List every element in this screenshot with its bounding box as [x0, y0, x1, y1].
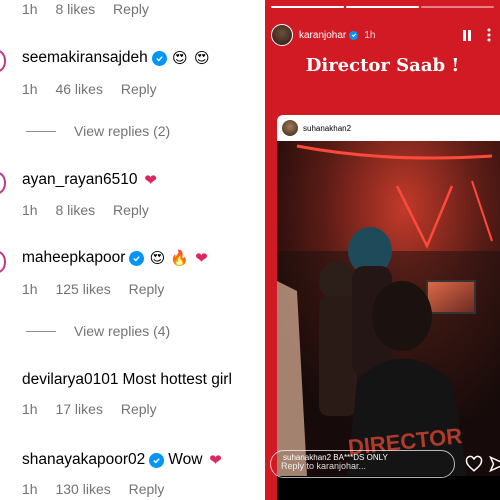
story-title: Director Saab ! — [305, 55, 460, 76]
pause-icon[interactable] — [460, 28, 474, 42]
comment-time: 1h — [22, 401, 38, 417]
comment-text: Wow — [168, 451, 203, 468]
verified-badge-icon — [149, 452, 165, 468]
avatar[interactable] — [0, 50, 6, 72]
comment-meta: 1h 17 likes Reply — [22, 401, 157, 417]
comment-meta: 1h 125 likes Reply — [22, 281, 164, 297]
reply-button[interactable]: Reply — [129, 481, 165, 497]
comment-row: maheepkapoor 😍 🔥 ❤ — [22, 249, 210, 267]
comment-likes[interactable]: 130 likes — [55, 481, 110, 497]
reply-button[interactable]: Reply — [121, 81, 157, 97]
progress-segment — [271, 6, 344, 8]
verified-badge-icon — [151, 50, 167, 66]
verified-badge-icon — [349, 30, 359, 40]
post-avatar[interactable] — [282, 120, 298, 136]
shared-post-username[interactable]: suhanakhan2 — [303, 124, 351, 133]
comment-username[interactable]: seemakiransajdeh — [22, 49, 148, 67]
story-header: karanjohar 1h — [271, 22, 496, 48]
reply-button[interactable]: Reply — [113, 202, 149, 218]
smiling-hearts-emoji-icon: 😍 — [171, 49, 188, 67]
comment-time: 1h — [22, 202, 38, 218]
reply-placeholder[interactable]: Reply to karanjohar... — [281, 461, 366, 471]
comments-panel: 1h 8 likes Reply seemakiransajdeh 😍 😍 1h… — [0, 0, 262, 500]
story-username[interactable]: karanjohar — [299, 30, 346, 41]
comment-time: 1h — [22, 81, 38, 97]
comment-meta: 1h 46 likes Reply — [22, 81, 157, 97]
comment-meta: 1h 8 likes Reply — [22, 202, 149, 218]
comment-time: 1h — [22, 281, 38, 297]
view-replies-button[interactable]: View replies (2) — [26, 123, 170, 139]
story-avatar[interactable] — [271, 24, 293, 46]
film-set-photo: DIRECTOR — [277, 141, 500, 476]
comment-time: 1h — [22, 1, 38, 17]
comment-username[interactable]: ayan_rayan6510 — [22, 171, 138, 189]
comment-row: shanayakapoor02 Wow ❤ — [22, 451, 224, 469]
comment-likes[interactable]: 8 likes — [55, 202, 95, 218]
comment-meta-top: 1h 8 likes Reply — [22, 1, 149, 17]
red-heart-emoji-icon: ❤ — [195, 249, 208, 267]
reply-button[interactable]: Reply — [129, 281, 165, 297]
shared-post-header: suhanakhan2 — [277, 115, 500, 141]
smiling-hearts-emoji-icon: 😍 — [149, 249, 166, 267]
replies-divider — [26, 330, 56, 332]
view-replies-label[interactable]: View replies (2) — [74, 123, 170, 139]
shared-post[interactable]: suhanakhan2 DIRECTOR — [277, 115, 500, 500]
avatar[interactable] — [0, 251, 6, 273]
comment-likes[interactable]: 8 likes — [55, 1, 95, 17]
progress-segment — [346, 6, 419, 8]
story-progress-bar — [271, 6, 494, 8]
smiling-hearts-emoji-icon: 😍 — [193, 49, 210, 67]
more-options-icon[interactable] — [482, 28, 496, 42]
comment-username[interactable]: devilarya0101 — [22, 371, 119, 389]
view-replies-label[interactable]: View replies (4) — [74, 323, 170, 339]
replies-divider — [26, 130, 56, 132]
comment-username[interactable]: maheepkapoor — [22, 249, 125, 267]
comment-likes[interactable]: 17 likes — [55, 401, 102, 417]
comment-row: ayan_rayan6510 ❤ — [22, 171, 160, 189]
story-time: 1h — [364, 29, 376, 41]
send-icon[interactable] — [489, 455, 500, 473]
avatar[interactable] — [0, 172, 6, 194]
reply-button[interactable]: Reply — [113, 1, 149, 17]
story-controls — [460, 28, 496, 42]
comment-likes[interactable]: 46 likes — [55, 81, 102, 97]
progress-segment — [421, 6, 494, 8]
red-heart-emoji-icon: ❤ — [144, 171, 157, 189]
comment-text: Most hottest girl — [122, 371, 232, 388]
story-viewer[interactable]: karanjohar 1h Director Saab ! suhanakhan… — [265, 0, 500, 500]
red-heart-emoji-icon: ❤ — [209, 451, 222, 469]
comment-row: seemakiransajdeh 😍 😍 — [22, 49, 211, 67]
comment-likes[interactable]: 125 likes — [55, 281, 110, 297]
view-replies-button[interactable]: View replies (4) — [26, 323, 170, 339]
verified-badge-icon — [129, 250, 145, 266]
heart-icon[interactable] — [465, 455, 483, 473]
comment-row: devilarya0101 Most hottest girl — [22, 371, 232, 389]
comment-time: 1h — [22, 481, 38, 497]
comment-meta: 1h 130 likes Reply — [22, 481, 164, 497]
comment-username[interactable]: shanayakapoor02 — [22, 451, 145, 469]
reply-button[interactable]: Reply — [121, 401, 157, 417]
fire-emoji-icon: 🔥 — [170, 249, 190, 267]
